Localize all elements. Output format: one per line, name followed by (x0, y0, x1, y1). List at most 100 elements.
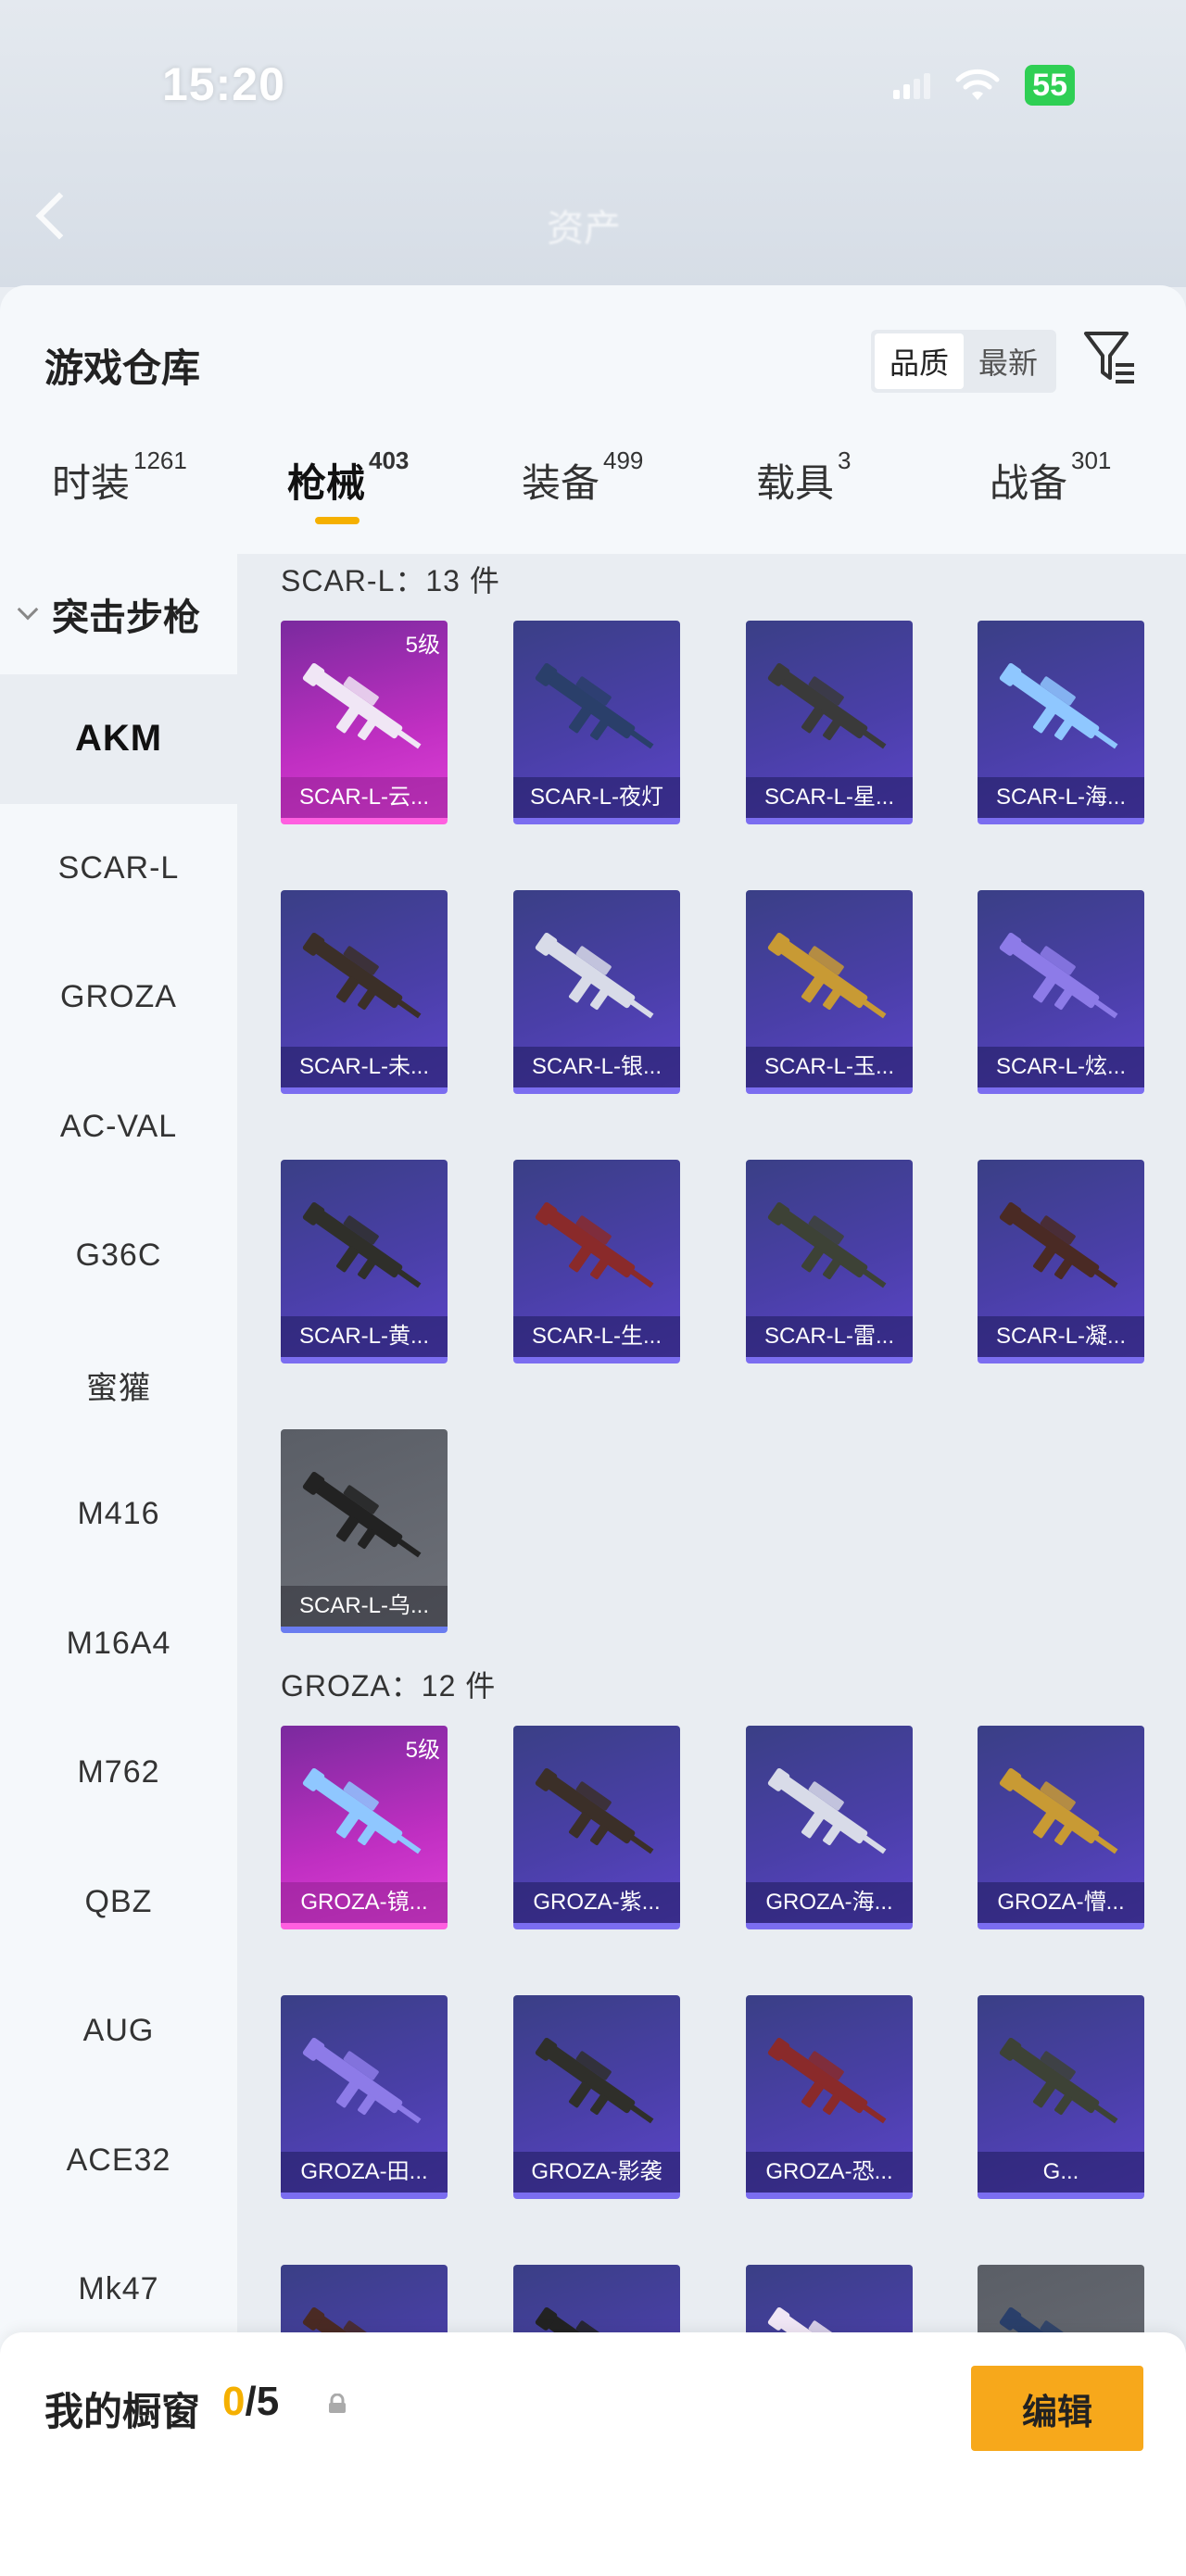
cellular-signal-icon (893, 71, 931, 99)
weapon-card[interactable]: SCAR-L-玉... (746, 890, 913, 1094)
weapon-image (992, 924, 1131, 1035)
weapon-card[interactable]: SCAR-L-黄... (281, 1160, 448, 1363)
weapon-image (992, 2029, 1131, 2140)
weapon-card[interactable]: SCAR-L-雷... (746, 1160, 913, 1363)
weapon-image (992, 1193, 1131, 1304)
back-arrow-icon[interactable] (35, 192, 83, 240)
weapon-image (992, 1759, 1131, 1870)
weapon-name: SCAR-L-银... (513, 1047, 680, 1087)
weapon-name: SCAR-L-乌... (281, 1586, 448, 1627)
sidebar-item-0[interactable]: AKM (0, 674, 237, 804)
weapon-image (528, 924, 667, 1035)
weapon-name: SCAR-L-玉... (746, 1047, 913, 1087)
status-bar: 15:20 55 资产 (0, 0, 1186, 287)
panel-header: 游戏仓库 品质 最新 (0, 285, 1186, 406)
weapon-image (296, 1463, 435, 1574)
weapon-name: GROZA-影袭 (513, 2152, 680, 2193)
weapon-card[interactable]: 5级 SCAR-L-云... (281, 621, 448, 824)
status-indicators: 55 (893, 65, 1075, 106)
status-time: 15:20 (162, 58, 285, 110)
sort-newest-button[interactable]: 最新 (964, 333, 1053, 389)
tab-firearms[interactable]: 枪械403 (287, 446, 409, 554)
section-label: GROZA：12 件 (281, 1669, 497, 1703)
lock-icon (329, 2394, 346, 2413)
weapon-name: GROZA-恐... (746, 2152, 913, 2193)
sort-quality-button[interactable]: 品质 (875, 333, 964, 389)
weapon-image (296, 1193, 435, 1304)
weapon-image (296, 654, 435, 765)
weapon-card[interactable]: SCAR-L-海... (978, 621, 1144, 824)
tab-supplies[interactable]: 战备301 (990, 446, 1111, 554)
weapon-card[interactable]: GROZA-恐... (746, 1995, 913, 2199)
weapon-card[interactable]: GROZA-影袭 (513, 1995, 680, 2199)
tab-fashion[interactable]: 时装1261 (52, 446, 187, 554)
weapon-image (528, 1759, 667, 1870)
weapon-name: SCAR-L-星... (746, 777, 913, 818)
weapon-name: GROZA-田... (281, 2152, 448, 2193)
sort-toggle: 品质 最新 (871, 330, 1056, 393)
weapon-card[interactable]: GROZA-田... (281, 1995, 448, 2199)
weapon-name: SCAR-L-海... (978, 777, 1144, 818)
weapon-name: SCAR-L-凝... (978, 1316, 1144, 1357)
showcase-label: 我的橱窗 (44, 2390, 201, 2433)
warehouse-panel: 游戏仓库 品质 最新 时装1261 枪械403 装备499 载具3 战备301 … (0, 285, 1186, 2576)
weapon-card[interactable]: GROZA-海... (746, 1726, 913, 1929)
showcase-count: 0/5 (222, 2379, 280, 2424)
sidebar-item-6[interactable]: M416 (0, 1450, 237, 1579)
sidebar-item-11[interactable]: ACE32 (0, 2096, 237, 2226)
weapon-name: GROZA-懵... (978, 1882, 1144, 1923)
section-label: SCAR-L：13 件 (281, 564, 500, 597)
weapon-type-sidebar: 突击步枪 AKM SCAR-L GROZA AC-VAL G36C 蜜獾 M416 M16A4… (0, 554, 237, 2453)
weapon-card[interactable]: GROZA-紫... (513, 1726, 680, 1929)
sidebar-item-7[interactable]: M16A4 (0, 1579, 237, 1709)
weapon-card[interactable]: SCAR-L-生... (513, 1160, 680, 1363)
sidebar-item-3[interactable]: AC-VAL (0, 1062, 237, 1192)
weapon-image (296, 924, 435, 1035)
weapon-card[interactable]: SCAR-L-炫... (978, 890, 1144, 1094)
weapon-card[interactable]: SCAR-L-银... (513, 890, 680, 1094)
tab-equipment[interactable]: 装备499 (522, 446, 643, 554)
category-tabs: 时装1261 枪械403 装备499 载具3 战备301 (0, 446, 1186, 554)
weapon-image (528, 654, 667, 765)
weapon-card[interactable]: SCAR-L-乌... (281, 1429, 448, 1633)
weapon-image (761, 1759, 900, 1870)
header-title: 资产 (547, 208, 621, 249)
weapon-image (296, 1759, 435, 1870)
weapon-name: SCAR-L-生... (513, 1316, 680, 1357)
app-root: 15:20 55 资产 游戏仓库 品质 最新 时装1261 枪械403 装备49… (0, 0, 1186, 2576)
weapon-name: SCAR-L-雷... (746, 1316, 913, 1357)
weapon-name: SCAR-L-炫... (978, 1047, 1144, 1087)
weapon-image (761, 654, 900, 765)
weapon-name: SCAR-L-未... (281, 1047, 448, 1087)
sidebar-item-1[interactable]: SCAR-L (0, 804, 237, 934)
weapon-image (528, 1193, 667, 1304)
sidebar-item-5[interactable]: 蜜獾 (0, 1321, 237, 1451)
tab-vehicles[interactable]: 载具3 (756, 446, 851, 554)
weapon-name: GROZA-镜... (281, 1882, 448, 1923)
weapon-name: SCAR-L-云... (281, 777, 448, 818)
sidebar-item-10[interactable]: AUG (0, 1967, 237, 2096)
weapon-name: G... (978, 2152, 1144, 2193)
filter-icon[interactable] (1082, 330, 1138, 387)
weapon-name: SCAR-L-黄... (281, 1316, 448, 1357)
panel-title: 游戏仓库 (44, 346, 201, 390)
showcase-bar: 我的橱窗 0/5 编辑 (0, 2332, 1186, 2576)
sidebar-item-9[interactable]: QBZ (0, 1838, 237, 1967)
weapon-image (528, 2029, 667, 2140)
weapon-name: GROZA-海... (746, 1882, 913, 1923)
weapon-card[interactable]: 5级 GROZA-镜... (281, 1726, 448, 1929)
weapon-name: SCAR-L-夜灯 (513, 777, 680, 818)
weapon-card[interactable]: G... (978, 1995, 1144, 2199)
weapon-card[interactable]: SCAR-L-凝... (978, 1160, 1144, 1363)
weapon-card[interactable]: SCAR-L-夜灯 (513, 621, 680, 824)
sidebar-item-8[interactable]: M762 (0, 1708, 237, 1838)
weapon-card[interactable]: SCAR-L-星... (746, 621, 913, 824)
weapon-card[interactable]: SCAR-L-未... (281, 890, 448, 1094)
weapon-name: GROZA-紫... (513, 1882, 680, 1923)
sidebar-item-4[interactable]: G36C (0, 1191, 237, 1321)
weapon-image (761, 2029, 900, 2140)
weapon-card[interactable]: GROZA-懵... (978, 1726, 1144, 1929)
sidebar-group-assault-rifles[interactable]: 突击步枪 (0, 554, 237, 674)
edit-button[interactable]: 编辑 (971, 2366, 1143, 2451)
sidebar-item-2[interactable]: GROZA (0, 933, 237, 1062)
